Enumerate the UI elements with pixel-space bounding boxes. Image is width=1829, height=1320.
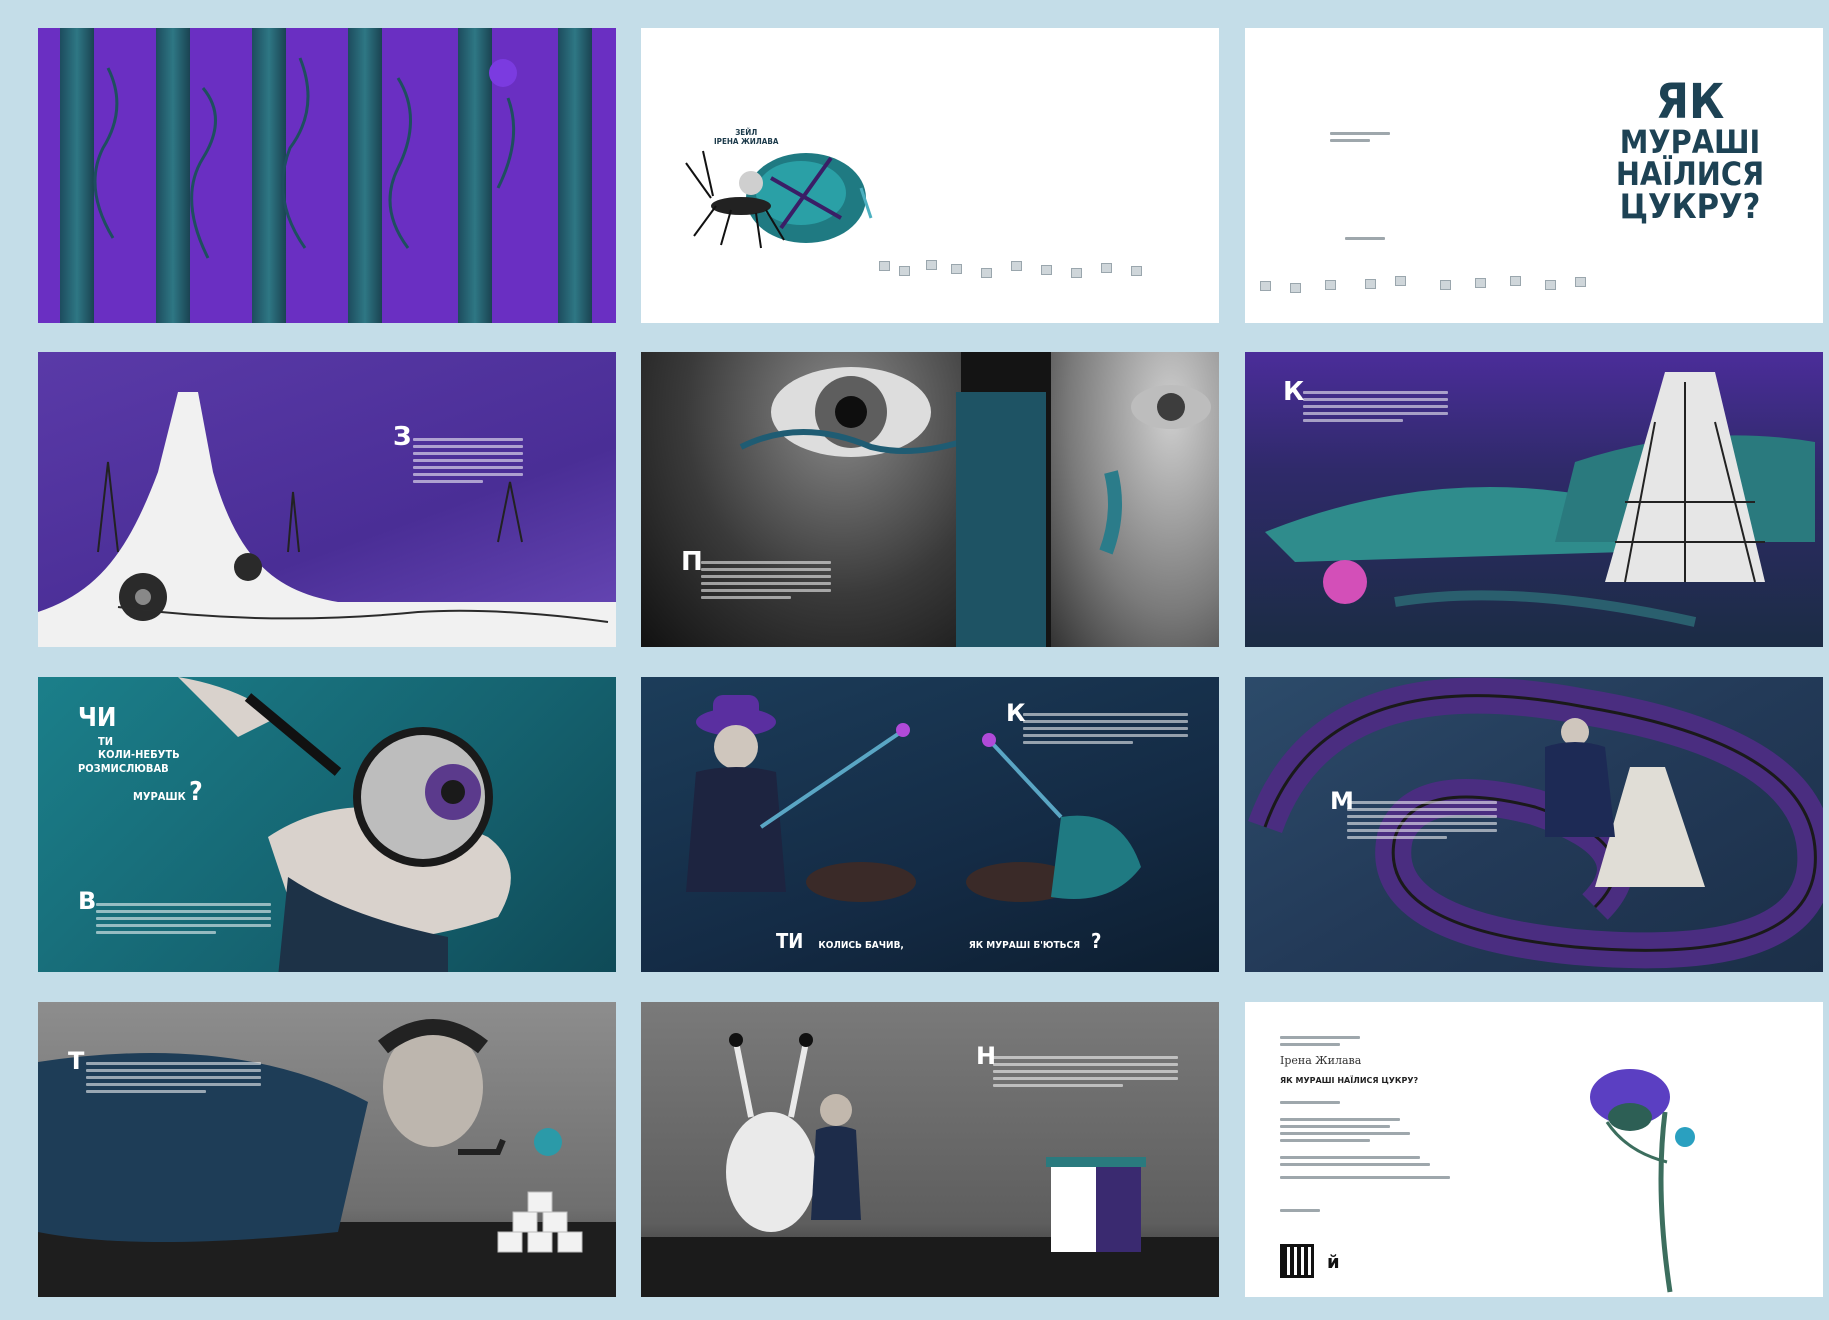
dropcap: Т	[68, 1047, 85, 1075]
spread-eye-closeup: П	[641, 352, 1219, 647]
spread-magnifier: ЧИ ТИ КОЛИ-НЕБУТЬ РОЗМИСЛЮВАВ МУРАШК ? В	[38, 677, 616, 972]
thistle-illustration	[1590, 1069, 1695, 1293]
dropcap: З	[393, 422, 412, 452]
spread-imprint: Ірена Жилава ЯК МУРАШІ НАЇЛИСЯ ЦУКРУ? й	[1245, 1002, 1823, 1297]
dropcap: К	[1283, 377, 1305, 407]
dropcap: В	[78, 887, 97, 915]
book-title: ЯК МУРАШІ НАЇЛИСЯ ЦУКРУ?	[1615, 74, 1765, 227]
spread-duel: К ТИ КОЛИСЬ БАЧИВ, ЯК МУРАШІ Б'ЮТЬСЯ ?	[641, 677, 1219, 972]
spread-title-page: ЯК МУРАШІ НАЇЛИСЯ ЦУКРУ?	[1245, 28, 1823, 323]
duel-caption: ТИ КОЛИСЬ БАЧИВ, ЯК МУРАШІ Б'ЮТЬСЯ ?	[776, 929, 1102, 953]
spread-door-room: Н	[641, 1002, 1219, 1297]
door-room-illustration	[641, 1033, 1219, 1297]
dropcap: П	[681, 547, 703, 577]
question-heading: ЧИ ТИ КОЛИ-НЕБУТЬ РОЗМИСЛЮВАВ МУРАШК ?	[78, 703, 203, 807]
vine-pattern	[93, 57, 517, 259]
pipe-man-illustration	[38, 1019, 616, 1297]
spread-endpaper-pattern	[38, 28, 616, 323]
spread-salt-mountain: З	[38, 352, 616, 647]
spread-pipe-man: Т	[38, 1002, 616, 1297]
ant-with-bag-illustration	[685, 150, 873, 249]
spread-track-loop: М	[1245, 677, 1823, 972]
salt-mountain-illustration	[38, 392, 616, 647]
spread-shoe-mountain: К	[1245, 352, 1823, 647]
thistle-icon	[489, 59, 517, 87]
spread-half-title: ЗЕЙЛ ІРЕНА ЖИЛАВА	[641, 28, 1219, 323]
track-loop-illustration	[1248, 677, 1823, 969]
